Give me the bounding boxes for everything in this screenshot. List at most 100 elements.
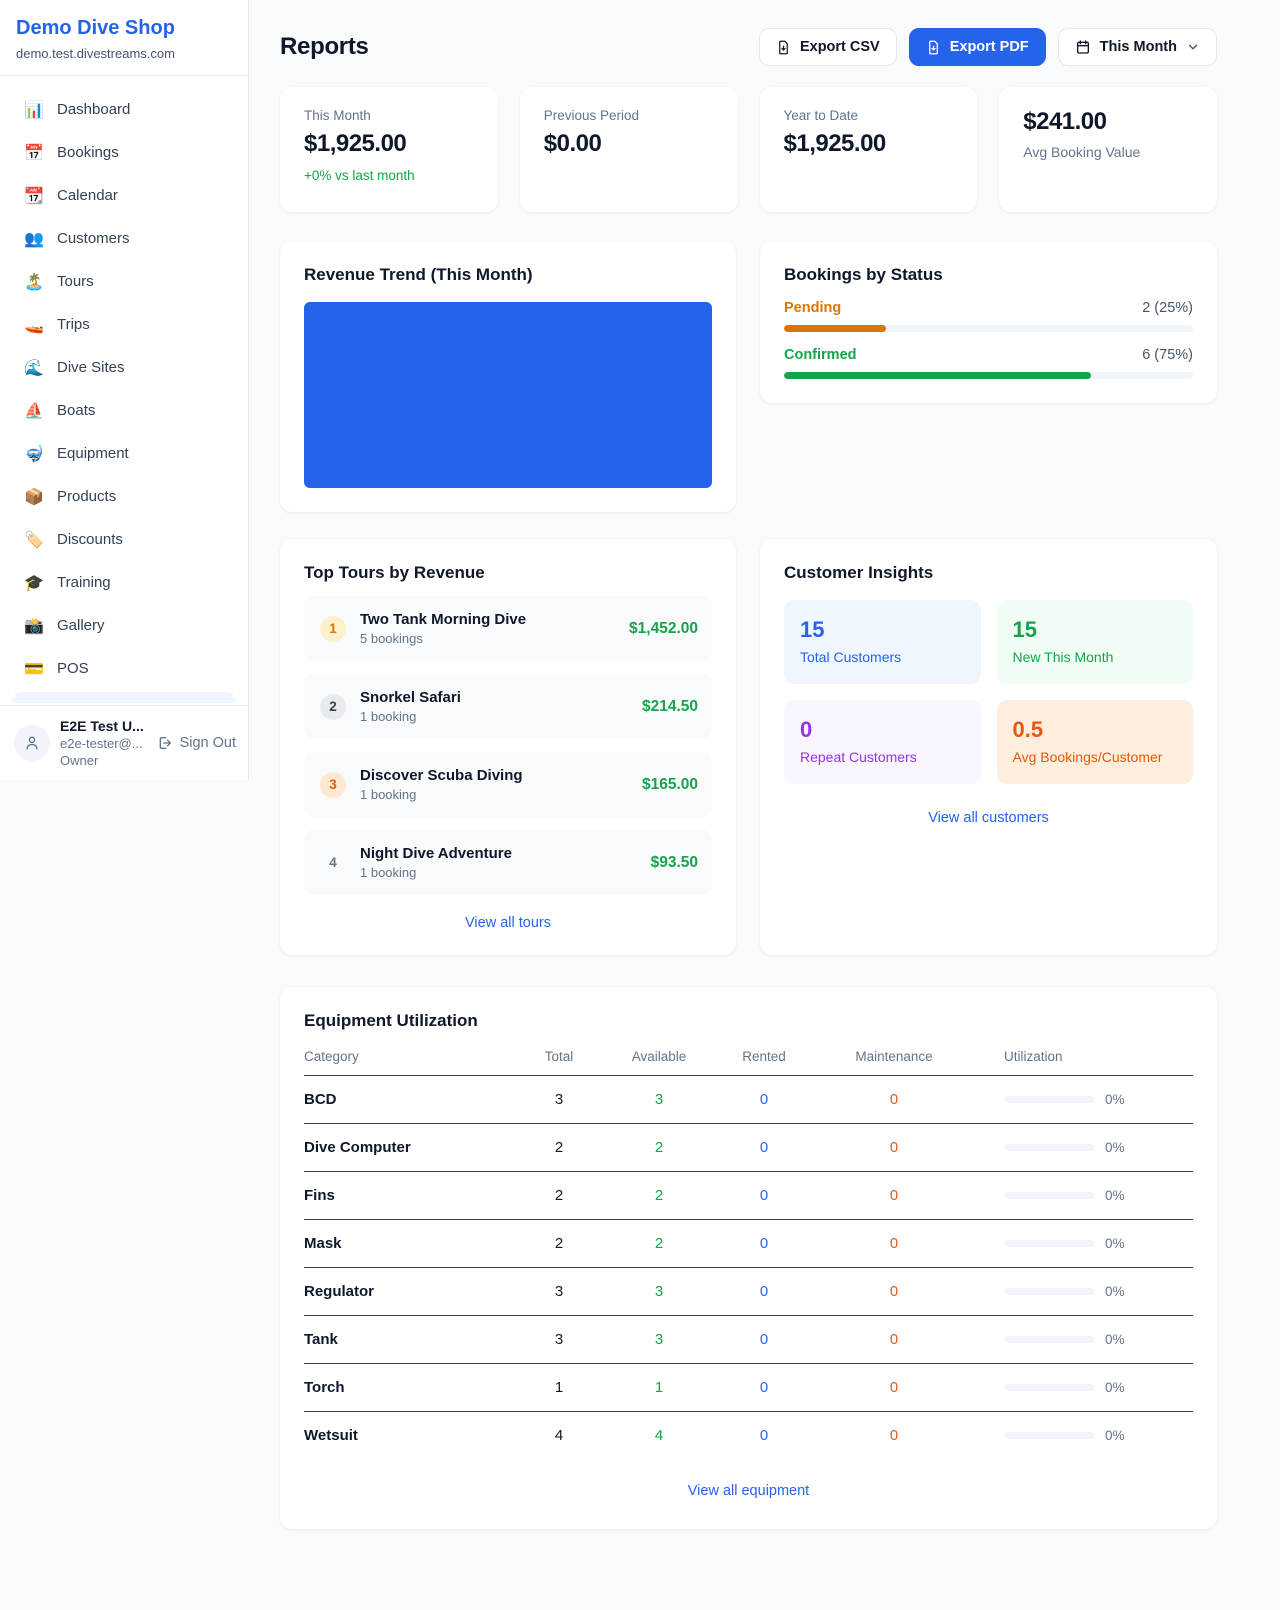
sidebar-item-calendar[interactable]: 📆Calendar bbox=[12, 174, 236, 217]
sign-out-button[interactable]: Sign Out bbox=[157, 735, 236, 751]
status-row-pending: Pending 2 (25%) bbox=[784, 300, 1193, 332]
insight-value: 0.5 bbox=[1013, 717, 1178, 743]
equipment-category: BCD bbox=[304, 1091, 514, 1108]
utilization-bar-track bbox=[1004, 1144, 1094, 1151]
tour-bookings: 1 booking bbox=[360, 709, 461, 724]
utilization-percent: 0% bbox=[1105, 1380, 1125, 1395]
utilization-percent: 0% bbox=[1105, 1332, 1125, 1347]
equipment-utilization: 0% bbox=[974, 1236, 1193, 1251]
export-pdf-button[interactable]: Export PDF bbox=[909, 28, 1046, 66]
equipment-category: Wetsuit bbox=[304, 1427, 514, 1444]
sidebar-item-bookings[interactable]: 📅Bookings bbox=[12, 131, 236, 174]
column-header: Utilization bbox=[974, 1049, 1193, 1064]
sidebar-item-trips[interactable]: 🚤Trips bbox=[12, 303, 236, 346]
export-pdf-label: Export PDF bbox=[950, 39, 1029, 55]
tour-revenue: $165.00 bbox=[642, 776, 698, 794]
rank-badge: 2 bbox=[320, 694, 346, 720]
sidebar-item-label: Calendar bbox=[57, 187, 118, 204]
sidebar-item-dive-sites[interactable]: 🌊Dive Sites bbox=[12, 346, 236, 389]
bookings-by-status-title: Bookings by Status bbox=[784, 265, 1193, 285]
dashboard-icon: 📊 bbox=[24, 100, 44, 120]
column-header: Rented bbox=[714, 1049, 814, 1064]
column-header: Category bbox=[304, 1049, 514, 1064]
equipment-total: 3 bbox=[514, 1331, 604, 1348]
equipment-category: Fins bbox=[304, 1187, 514, 1204]
sidebar-item-tours[interactable]: 🏝️Tours bbox=[12, 260, 236, 303]
equipment-utilization: 0% bbox=[974, 1284, 1193, 1299]
status-bar-track bbox=[784, 372, 1193, 379]
period-selector[interactable]: This Month bbox=[1058, 28, 1217, 66]
view-all-equipment-link[interactable]: View all equipment bbox=[304, 1483, 1193, 1499]
bookings-by-status-card: Bookings by Status Pending 2 (25%) Confi… bbox=[760, 241, 1217, 403]
top-tours-card: Top Tours by Revenue 1 Two Tank Morning … bbox=[280, 539, 736, 955]
sidebar-item-partial[interactable] bbox=[12, 692, 236, 703]
sidebar-item-equipment[interactable]: 🤿Equipment bbox=[12, 432, 236, 475]
page-header: Reports Export CSV Export PDF This Month bbox=[280, 28, 1217, 66]
equipment-utilization: 0% bbox=[974, 1332, 1193, 1347]
view-all-tours-link[interactable]: View all tours bbox=[304, 915, 712, 931]
user-role: Owner bbox=[60, 753, 147, 768]
equipment-icon: 🤿 bbox=[24, 444, 44, 464]
sidebar-header: Demo Dive Shop demo.test.divestreams.com bbox=[0, 0, 248, 76]
status-label: Confirmed bbox=[784, 347, 857, 363]
column-header: Maintenance bbox=[814, 1049, 974, 1064]
equipment-table-header: Category Total Available Rented Maintena… bbox=[304, 1031, 1193, 1076]
middle-row: Revenue Trend (This Month) Bookings by S… bbox=[280, 241, 1217, 512]
customers-icon: 👥 bbox=[24, 229, 44, 249]
equipment-rented: 0 bbox=[714, 1379, 814, 1396]
sidebar: Demo Dive Shop demo.test.divestreams.com… bbox=[0, 0, 249, 780]
sidebar-item-customers[interactable]: 👥Customers bbox=[12, 217, 236, 260]
utilization-percent: 0% bbox=[1105, 1140, 1125, 1155]
equipment-available: 4 bbox=[604, 1427, 714, 1444]
gallery-icon: 📸 bbox=[24, 616, 44, 636]
sidebar-item-discounts[interactable]: 🏷️Discounts bbox=[12, 518, 236, 561]
main-content: Reports Export CSV Export PDF This Month bbox=[249, 0, 1280, 1569]
equipment-utilization-card: Equipment Utilization Category Total Ava… bbox=[280, 987, 1217, 1529]
tour-name: Discover Scuba Diving bbox=[360, 767, 523, 784]
sign-out-label: Sign Out bbox=[180, 735, 236, 751]
stat-value: $1,925.00 bbox=[784, 130, 954, 158]
customer-insights-title: Customer Insights bbox=[784, 563, 1193, 583]
tour-name: Snorkel Safari bbox=[360, 689, 461, 706]
equipment-rented: 0 bbox=[714, 1091, 814, 1108]
view-all-customers-link[interactable]: View all customers bbox=[784, 810, 1193, 826]
status-count: 6 (75%) bbox=[1142, 347, 1193, 363]
equipment-available: 3 bbox=[604, 1331, 714, 1348]
export-csv-button[interactable]: Export CSV bbox=[759, 28, 897, 66]
sidebar-item-products[interactable]: 📦Products bbox=[12, 475, 236, 518]
rank-badge: 4 bbox=[320, 850, 346, 876]
insight-value: 15 bbox=[1013, 617, 1178, 643]
sidebar-item-boats[interactable]: ⛵ Boats bbox=[12, 389, 236, 432]
page-title: Reports bbox=[280, 33, 369, 61]
equipment-maintenance: 0 bbox=[814, 1379, 974, 1396]
stat-card-this-month: This Month $1,925.00 +0% vs last month bbox=[280, 87, 498, 212]
export-csv-label: Export CSV bbox=[800, 39, 880, 55]
equipment-maintenance: 0 bbox=[814, 1283, 974, 1300]
dive-sites-icon: 🌊 bbox=[24, 358, 44, 378]
sidebar-item-label: Boats bbox=[57, 402, 95, 419]
sidebar-item-label: Dashboard bbox=[57, 101, 130, 118]
insight-tiles: 15 Total Customers 15 New This Month 0 R… bbox=[784, 600, 1193, 784]
sidebar-item-gallery[interactable]: 📸 Gallery bbox=[12, 604, 236, 647]
stat-card-year-to-date: Year to Date $1,925.00 bbox=[760, 87, 978, 212]
status-label: Pending bbox=[784, 300, 841, 316]
stats-row: This Month $1,925.00 +0% vs last month P… bbox=[280, 87, 1217, 212]
user-meta: E2E Test U... e2e-tester@... Owner bbox=[60, 718, 147, 768]
equipment-total: 3 bbox=[514, 1091, 604, 1108]
sidebar-item-label: Training bbox=[57, 574, 111, 591]
sidebar-item-dashboard[interactable]: 📊 Dashboard bbox=[12, 88, 236, 131]
sidebar-item-training[interactable]: 🎓Training bbox=[12, 561, 236, 604]
status-count: 2 (25%) bbox=[1142, 300, 1193, 316]
stat-value: $0.00 bbox=[544, 130, 714, 158]
sidebar-item-pos[interactable]: 💳POS bbox=[12, 647, 236, 690]
equipment-maintenance: 0 bbox=[814, 1091, 974, 1108]
insight-tile-new-this-month: 15 New This Month bbox=[997, 600, 1194, 684]
sidebar-item-label: Gallery bbox=[57, 617, 105, 634]
equipment-total: 1 bbox=[514, 1379, 604, 1396]
stat-label: Avg Booking Value bbox=[1023, 144, 1193, 160]
rank-badge: 1 bbox=[320, 616, 346, 642]
products-icon: 📦 bbox=[24, 487, 44, 507]
table-row: Fins22000% bbox=[304, 1172, 1193, 1220]
boats-icon: ⛵ bbox=[24, 401, 44, 421]
stat-label: Previous Period bbox=[544, 108, 714, 123]
